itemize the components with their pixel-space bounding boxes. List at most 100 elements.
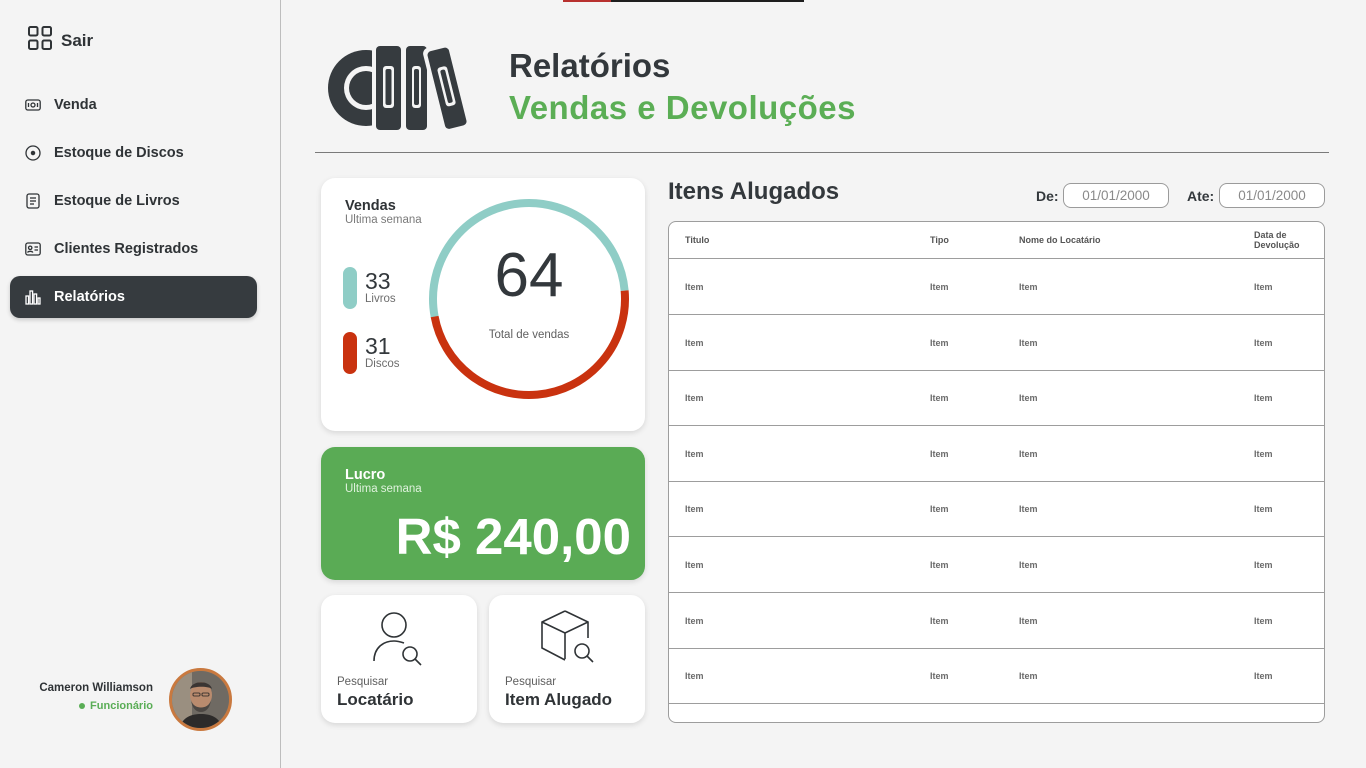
discs-label: Discos [365, 358, 400, 370]
table-cell: Item [1254, 560, 1273, 570]
page-title: Relatórios [509, 47, 671, 84]
sidebar-item-label: Venda [54, 97, 97, 113]
table-cell: Item [930, 560, 949, 570]
table-cell: Item [685, 337, 704, 348]
user-role-label: Funcionário [90, 700, 153, 712]
table-cell: Item [685, 448, 704, 459]
disc-icon [25, 145, 41, 161]
search-item-sub: Pesquisar [505, 676, 557, 688]
table-cell: Item [1019, 504, 1038, 515]
sidebar-item-label: Estoque de Livros [54, 193, 180, 209]
table-row[interactable]: Item Item Item Item [669, 426, 1324, 482]
top-progress-strip [563, 0, 804, 2]
column-header-return-date: Data de Devolução [1254, 230, 1300, 250]
table-cell: Item [930, 615, 949, 626]
sidebar: Sair Venda Estoque de Discos Estoque de … [0, 0, 281, 768]
table-row[interactable]: Item Item Item Item [669, 537, 1324, 593]
logout-button[interactable]: Sair [28, 26, 93, 55]
table-cell: Item [1019, 337, 1038, 348]
book-icon [25, 193, 41, 209]
table-cell: Item [1019, 448, 1038, 459]
search-rented-item-button[interactable]: Pesquisar Item Alugado [489, 595, 645, 723]
sidebar-item-label: Estoque de Discos [54, 145, 184, 161]
table-row[interactable]: Item Item Item Item [669, 315, 1324, 371]
column-header-title: Titulo [685, 235, 710, 245]
table-cell: Item [1019, 560, 1038, 570]
box-search-icon [538, 609, 596, 670]
books-count: 33 [365, 268, 391, 294]
profit-period: Ultima semana [345, 483, 422, 495]
avatar[interactable] [169, 668, 232, 731]
profit-value: R$ 240,00 [395, 508, 631, 565]
table-cell: Item [930, 448, 949, 459]
rented-items-title: Itens Alugados [668, 178, 840, 205]
table-cell: Item [685, 671, 704, 682]
discs-stat: 31 Discos [343, 332, 400, 374]
table-cell: Item [1254, 393, 1273, 404]
table-row[interactable]: Item Item Item Item [669, 481, 1324, 538]
table-row[interactable]: Item Item Item Item [669, 648, 1324, 705]
table-cell: Item [930, 671, 949, 682]
table-cell: Item [685, 393, 704, 404]
user-profile: Cameron Williamson Funcionário [0, 668, 281, 732]
profit-title: Lucro [345, 467, 386, 483]
sidebar-item-clientes[interactable]: Clientes Registrados [10, 228, 257, 270]
table-cell: Item [930, 337, 949, 348]
search-item-label: Item Alugado [505, 690, 613, 709]
page-subtitle: Vendas e Devoluções [509, 89, 856, 126]
table-cell: Item [685, 615, 704, 626]
sales-title: Vendas [345, 198, 396, 214]
table-cell: Item [1254, 671, 1273, 682]
sidebar-item-label: Clientes Registrados [54, 241, 199, 257]
sidebar-item-venda[interactable]: Venda [10, 84, 257, 126]
sidebar-item-estoque-discos[interactable]: Estoque de Discos [10, 132, 257, 174]
table-cell: Item [1254, 448, 1273, 459]
bar-chart-icon [25, 289, 41, 305]
date-from-input[interactable] [1063, 183, 1169, 208]
status-dot [79, 703, 86, 709]
date-from-label: De: [1036, 188, 1059, 204]
rented-items-table: Titulo Tipo Nome do Locatário Data de De… [668, 221, 1325, 723]
discs-color-pill [343, 332, 357, 374]
logout-label: Sair [61, 30, 94, 50]
search-tenant-sub: Pesquisar [337, 676, 389, 688]
table-row[interactable]: Item Item Item Item [669, 593, 1324, 649]
sales-period: Ultima semana [345, 214, 422, 226]
table-cell: Item [1254, 282, 1273, 292]
table-row[interactable]: Item Item Item Item [669, 370, 1324, 427]
books-stat: 33 Livros [343, 267, 396, 309]
table-cell: Item [685, 282, 704, 292]
table-cell: Item [930, 504, 949, 515]
contact-card-icon [25, 241, 41, 257]
user-search-icon [371, 609, 427, 672]
sidebar-item-label: Relatórios [54, 289, 125, 305]
profit-card: Lucro Ultima semana R$ 240,00 [321, 447, 645, 580]
sales-total-label: Total de vendas [488, 329, 570, 341]
sidebar-item-relatorios[interactable]: Relatórios [10, 276, 257, 318]
table-cell: Item [1254, 337, 1273, 348]
sales-total: 64 [494, 241, 564, 310]
column-header-type: Tipo [930, 235, 949, 245]
table-cell: Item [1254, 615, 1273, 626]
table-cell: Item [685, 504, 704, 515]
table-cell: Item [1019, 615, 1038, 626]
books-discs-logo-icon [326, 36, 478, 141]
books-label: Livros [365, 293, 396, 305]
search-tenant-button[interactable]: Pesquisar Locatário [321, 595, 477, 723]
sidebar-nav: Venda Estoque de Discos Estoque de Livro… [10, 84, 257, 324]
discs-count: 31 [365, 333, 391, 359]
table-cell: Item [1019, 282, 1038, 292]
cash-icon [25, 97, 41, 113]
books-color-pill [343, 267, 357, 309]
date-to-label: Ate: [1187, 188, 1215, 204]
table-cell: Item [685, 560, 704, 570]
date-to-input[interactable] [1219, 183, 1325, 208]
table-row[interactable]: Item Item Item Item [669, 259, 1324, 315]
column-header-tenant: Nome do Locatário [1019, 235, 1101, 245]
header-divider [315, 152, 1329, 153]
table-cell: Item [930, 393, 949, 404]
table-cell: Item [930, 282, 949, 292]
sidebar-item-estoque-livros[interactable]: Estoque de Livros [10, 180, 257, 222]
table-cell: Item [1254, 504, 1273, 515]
grid-icon [28, 26, 52, 55]
